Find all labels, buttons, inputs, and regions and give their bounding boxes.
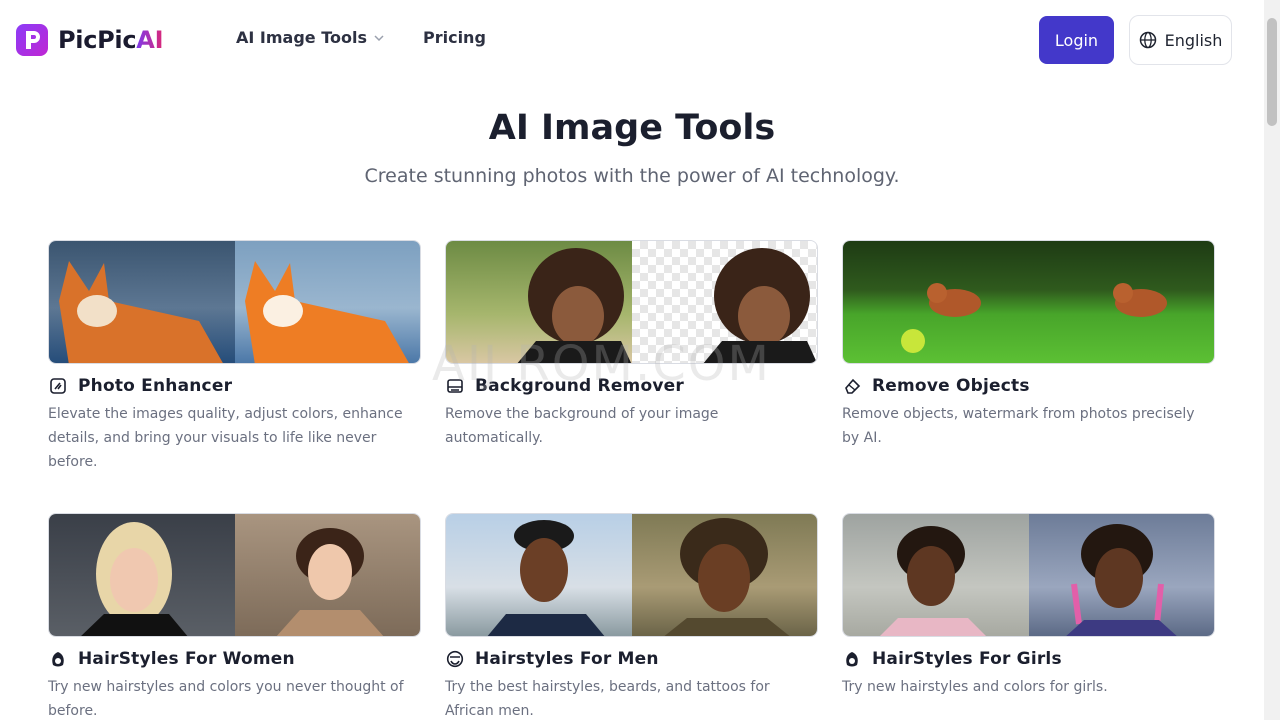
hair-icon xyxy=(842,649,862,669)
nav-ai-image-tools[interactable]: AI Image Tools xyxy=(236,28,385,47)
after-image xyxy=(234,241,420,363)
logo-mark-icon xyxy=(16,24,48,56)
globe-icon xyxy=(1139,31,1156,49)
after-image xyxy=(1028,514,1214,636)
card-description: Try the best hairstyles, beards, and tat… xyxy=(445,679,770,719)
beard-icon xyxy=(445,649,465,669)
after-image xyxy=(1028,241,1214,363)
card-description: Try new hairstyles and colors for girls. xyxy=(842,679,1108,695)
card-title-row: Remove Objects xyxy=(842,376,1215,396)
page-subtitle: Create stunning photos with the power of… xyxy=(364,165,900,187)
nav-pricing[interactable]: Pricing xyxy=(423,28,486,47)
card-title: Remove Objects xyxy=(872,376,1030,396)
page-title: AI Image Tools xyxy=(488,108,776,148)
card-description: Try new hairstyles and colors you never … xyxy=(48,679,404,719)
before-image xyxy=(49,514,235,636)
logo-text-accent: AI xyxy=(136,26,164,54)
after-image xyxy=(234,514,420,636)
tool-card-hairstyles-girls[interactable]: HairStyles For Girls Try new hairstyles … xyxy=(842,513,1215,699)
card-description: Elevate the images quality, adjust color… xyxy=(48,406,403,470)
scrollbar-thumb[interactable] xyxy=(1267,18,1277,126)
card-image xyxy=(48,240,421,364)
card-description: Remove the background of your image auto… xyxy=(445,406,719,446)
card-title: Hairstyles For Men xyxy=(475,649,659,669)
enhance-icon xyxy=(48,376,68,396)
before-image xyxy=(843,241,1029,363)
logo[interactable]: PicPicAI xyxy=(16,24,164,56)
card-title: HairStyles For Women xyxy=(78,649,295,669)
card-image xyxy=(842,513,1215,637)
eraser-icon xyxy=(842,376,862,396)
language-selector[interactable]: English xyxy=(1129,15,1232,65)
logo-text: PicPicAI xyxy=(58,26,164,54)
top-header: PicPicAI AI Image Tools Pricing Login En… xyxy=(0,0,1264,80)
before-image xyxy=(843,514,1029,636)
tool-card-photo-enhancer[interactable]: Photo Enhancer Elevate the images qualit… xyxy=(48,240,421,474)
tool-card-remove-objects[interactable]: Remove Objects Remove objects, watermark… xyxy=(842,240,1215,450)
card-title-row: Photo Enhancer xyxy=(48,376,421,396)
before-image xyxy=(49,241,235,363)
tool-card-hairstyles-men[interactable]: Hairstyles For Men Try the best hairstyl… xyxy=(445,513,818,720)
card-image xyxy=(445,513,818,637)
card-title: HairStyles For Girls xyxy=(872,649,1062,669)
main-nav: AI Image Tools Pricing xyxy=(236,28,486,47)
watermark: AIJ ROM.COM xyxy=(432,336,771,392)
card-title-row: HairStyles For Women xyxy=(48,649,421,669)
card-image xyxy=(842,240,1215,364)
nav-ai-image-tools-label: AI Image Tools xyxy=(236,28,367,47)
card-title-row: HairStyles For Girls xyxy=(842,649,1215,669)
card-title-row: Hairstyles For Men xyxy=(445,649,818,669)
card-title: Photo Enhancer xyxy=(78,376,233,396)
chevron-down-icon xyxy=(374,34,384,41)
nav-pricing-label: Pricing xyxy=(422,28,486,47)
card-description: Remove objects, watermark from photos pr… xyxy=(842,406,1195,446)
login-button[interactable]: Login xyxy=(1039,16,1114,64)
logo-text-primary: PicPic xyxy=(58,26,137,54)
after-image xyxy=(631,514,817,636)
card-image xyxy=(48,513,421,637)
language-label: English xyxy=(1164,30,1223,50)
page-scrollbar[interactable] xyxy=(1264,0,1280,720)
before-image xyxy=(446,514,632,636)
tool-card-hairstyles-women[interactable]: HairStyles For Women Try new hairstyles … xyxy=(48,513,421,720)
hair-icon xyxy=(48,649,68,669)
